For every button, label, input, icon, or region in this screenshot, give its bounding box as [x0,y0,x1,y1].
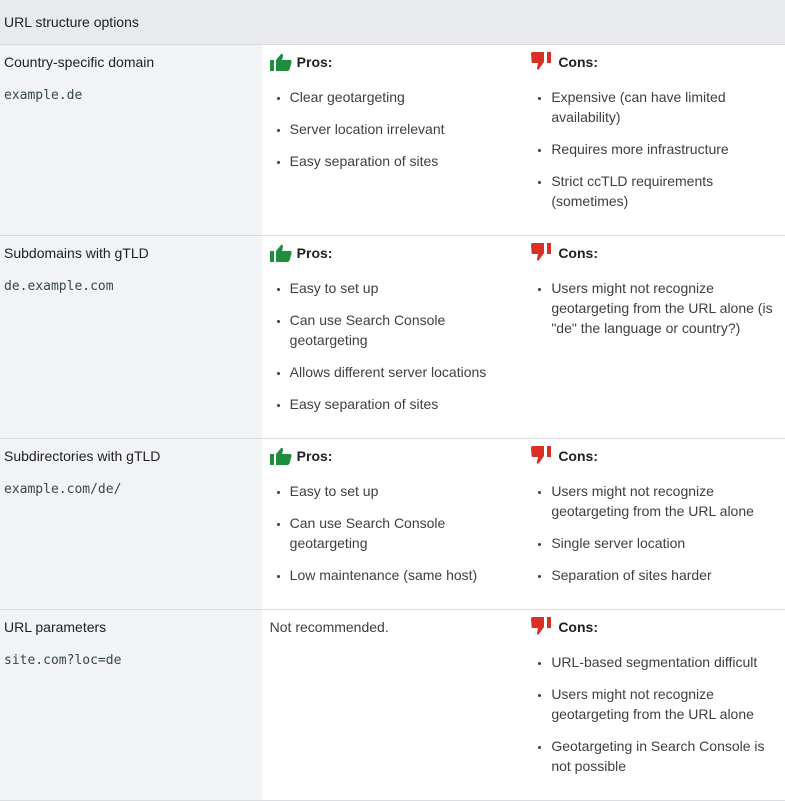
thumbs-up-icon [269,447,297,465]
cons-item: Expensive (can have limited availability… [551,87,785,127]
pros-heading: Pros: [269,244,524,262]
cons-list: Users might not recognize geotargeting f… [531,278,785,338]
cons-label: Cons: [558,448,598,464]
cons-cell: Cons: Users might not recognize geotarget… [523,438,785,610]
cons-item: URL-based segmentation difficult [551,652,785,672]
option-cell: Country-specific domain example.de [0,44,262,236]
table-row: URL parameters site.com?loc=de Not recom… [0,609,785,801]
cons-item: Users might not recognize geotargeting f… [551,684,785,724]
pros-label: Pros: [296,245,333,261]
pros-list: Clear geotargeting Server location irrele… [270,87,524,171]
cons-heading: Cons: [531,243,785,263]
pros-label: Pros: [296,54,333,70]
thumbs-up-icon [269,53,297,71]
cons-cell: Cons: URL-based segmentation difficult Use… [523,609,785,801]
pros-cell: Pros: Easy to set up Can use Search Consol… [261,438,524,610]
option-example-url: de.example.com [4,279,114,294]
cons-item: Users might not recognize geotargeting f… [551,278,785,338]
option-cell: Subdirectories with gTLD example.com/de/ [0,438,262,610]
cons-label: Cons: [558,54,598,70]
pros-cell: Pros: Easy to set up Can use Search Consol… [261,235,524,439]
not-recommended-text: Not recommended. [269,619,389,635]
option-example-url: example.com/de/ [4,482,122,497]
option-name: URL parameters [4,619,107,635]
option-name: Subdirectories with gTLD [4,448,161,464]
pros-label: Pros: [296,448,333,464]
pros-item: Easy separation of sites [290,394,524,414]
pros-item: Can use Search Console geotargeting [290,310,524,350]
cons-cell: Cons: Users might not recognize geotarget… [523,235,785,439]
thumbs-down-icon [531,243,558,263]
thumbs-down-icon [531,617,558,637]
cons-label: Cons: [558,245,598,261]
cons-list: Users might not recognize geotargeting f… [531,481,785,585]
cons-item: Users might not recognize geotargeting f… [551,481,785,521]
option-name: Subdomains with gTLD [4,245,149,261]
pros-item: Clear geotargeting [290,87,524,107]
thumbs-up-icon [269,244,297,262]
table-row: Subdomains with gTLD de.example.com Pros… [0,235,785,439]
pros-item: Low maintenance (same host) [290,565,524,585]
cons-cell: Cons: Expensive (can have limited availab… [523,44,785,236]
pros-heading: Pros: [269,53,524,71]
pros-item: Easy to set up [290,481,524,501]
cons-item: Single server location [551,533,785,553]
cons-item: Requires more infrastructure [551,139,785,159]
option-example-url: site.com?loc=de [4,653,122,668]
pros-list: Easy to set up Can use Search Console geo… [270,278,524,414]
pros-item: Easy to set up [290,278,524,298]
table-row: Subdirectories with gTLD example.com/de/… [0,438,785,610]
option-cell: URL parameters site.com?loc=de [0,609,262,801]
cons-heading: Cons: [531,52,785,72]
cons-heading: Cons: [531,446,785,466]
option-name: Country-specific domain [4,54,155,70]
pros-item: Allows different server locations [290,362,524,382]
pros-list: Easy to set up Can use Search Console geo… [270,481,524,585]
cons-item: Strict ccTLD requirements (sometimes) [551,171,785,211]
pros-item: Easy separation of sites [290,151,524,171]
table-header: URL structure options [0,0,785,45]
cons-list: URL-based segmentation difficult Users mi… [531,652,785,776]
cons-heading: Cons: [531,617,785,637]
table-row: Country-specific domain example.de Pros:… [0,44,785,236]
pros-cell: Not recommended. [261,609,524,801]
url-structure-table: URL structure options Country-specific d… [0,0,785,801]
thumbs-down-icon [531,52,558,72]
option-example-url: example.de [4,88,83,103]
cons-item: Geotargeting in Search Console is not po… [551,736,785,776]
thumbs-down-icon [531,446,558,466]
pros-item: Server location irrelevant [290,119,524,139]
pros-item: Can use Search Console geotargeting [290,513,524,553]
pros-cell: Pros: Clear geotargeting Server location i… [261,44,524,236]
cons-item: Separation of sites harder [551,565,785,585]
cons-list: Expensive (can have limited availability… [531,87,785,211]
cons-label: Cons: [558,619,598,635]
pros-heading: Pros: [269,447,524,465]
option-cell: Subdomains with gTLD de.example.com [0,235,262,439]
